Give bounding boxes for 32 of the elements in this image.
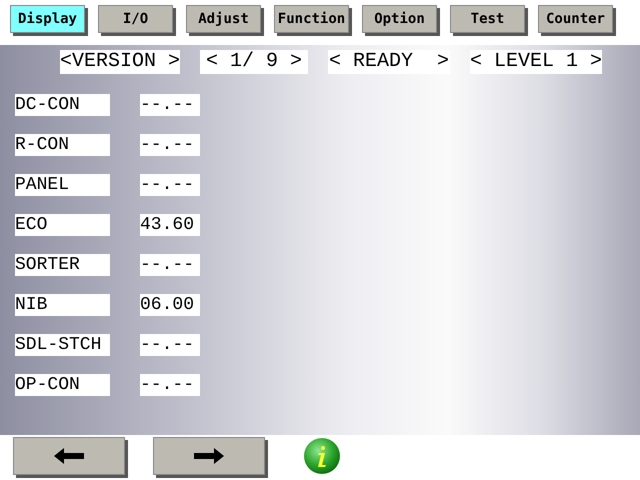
tab[interactable]: Display bbox=[10, 5, 85, 33]
status-label: < 1/ 9 > bbox=[200, 50, 308, 74]
version-value: --.-- bbox=[140, 254, 200, 276]
module-name: DC-CON bbox=[15, 94, 110, 116]
previous-button[interactable] bbox=[13, 437, 125, 475]
tab[interactable]: Test bbox=[450, 5, 525, 33]
next-button[interactable] bbox=[153, 437, 265, 475]
version-value: 43.60 bbox=[140, 214, 200, 236]
status-label: < READY > bbox=[328, 50, 450, 74]
tab[interactable]: I/O bbox=[98, 5, 173, 33]
module-name: ECO bbox=[15, 214, 110, 236]
version-value: --.-- bbox=[140, 334, 200, 356]
version-value: --.-- bbox=[140, 374, 200, 396]
status-label: <VERSION > bbox=[60, 50, 180, 74]
module-name: SORTER bbox=[15, 254, 110, 276]
module-name: OP-CON bbox=[15, 374, 110, 396]
tab[interactable]: Function bbox=[274, 5, 349, 33]
status-label: < LEVEL 1 > bbox=[470, 50, 602, 74]
module-name: R-CON bbox=[15, 134, 110, 156]
module-name: SDL-STCH bbox=[15, 334, 110, 356]
module-name: NIB bbox=[15, 294, 110, 316]
version-value: 06.00 bbox=[140, 294, 200, 316]
version-value: --.-- bbox=[140, 134, 200, 156]
arrow-left-icon bbox=[54, 448, 84, 464]
tab[interactable]: Counter bbox=[538, 5, 613, 33]
tab[interactable]: Adjust bbox=[186, 5, 261, 33]
module-name: PANEL bbox=[15, 174, 110, 196]
info-icon[interactable] bbox=[303, 437, 341, 475]
tab[interactable]: Option bbox=[362, 5, 437, 33]
version-value: --.-- bbox=[140, 94, 200, 116]
version-value: --.-- bbox=[140, 174, 200, 196]
arrow-right-icon bbox=[194, 448, 224, 464]
